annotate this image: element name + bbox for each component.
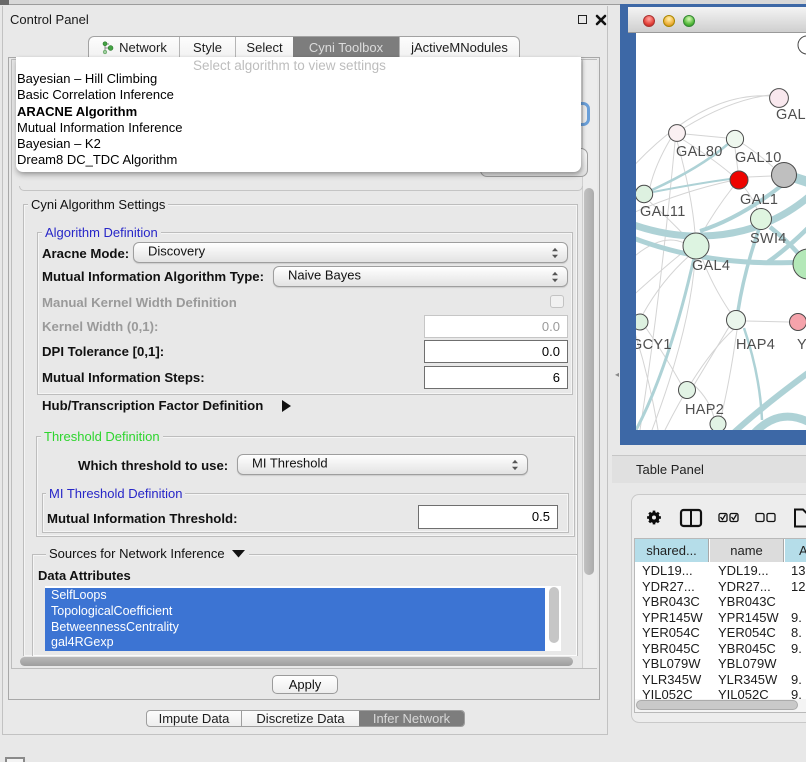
svg-text:GAL4: GAL4 bbox=[692, 258, 730, 274]
svg-text:HAP2: HAP2 bbox=[685, 402, 724, 418]
svg-text:GAL11: GAL11 bbox=[640, 204, 686, 220]
svg-text:SWI4: SWI4 bbox=[750, 231, 787, 247]
svg-text:GAL2: GAL2 bbox=[776, 107, 806, 123]
svg-text:GCY1: GCY1 bbox=[636, 337, 672, 353]
svg-text:HAP4: HAP4 bbox=[736, 337, 775, 353]
svg-text:GAL10: GAL10 bbox=[735, 150, 782, 166]
svg-text:Y: Y bbox=[797, 337, 806, 353]
svg-text:GAL1: GAL1 bbox=[740, 192, 778, 208]
svg-text:GAL80: GAL80 bbox=[676, 144, 723, 160]
